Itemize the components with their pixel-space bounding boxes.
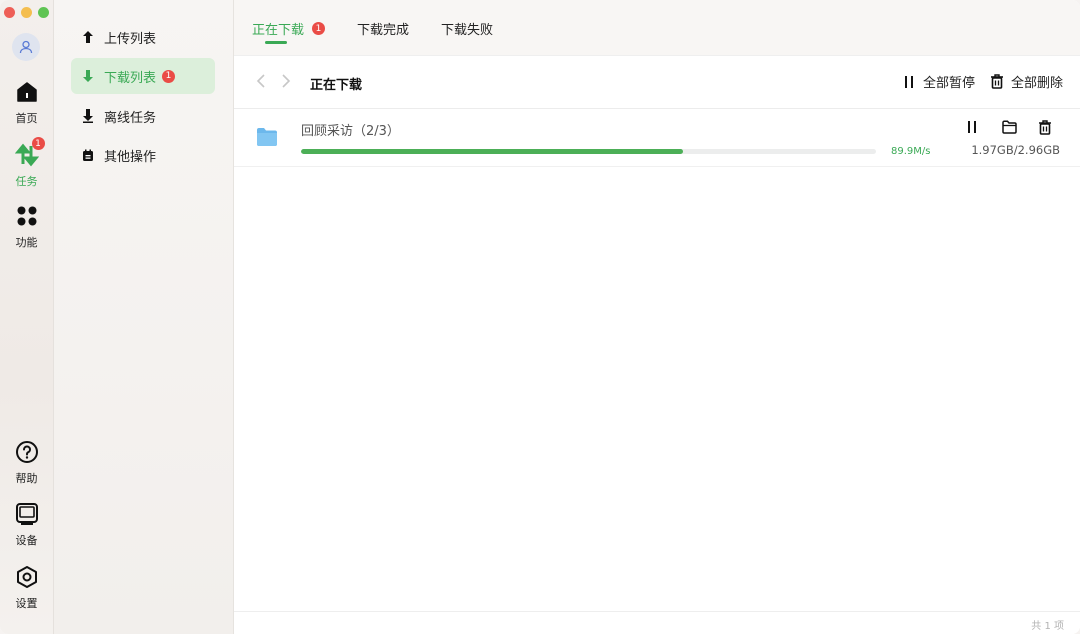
download-size: 1.97GB/2.96GB	[971, 143, 1060, 157]
download-list-badge: 1	[162, 69, 176, 83]
delete-all-label: 全部删除	[1011, 76, 1064, 91]
status-footer: 共 1 项	[234, 611, 1080, 634]
settings-icon	[15, 565, 39, 589]
pause-icon	[905, 75, 913, 88]
pause-all-button[interactable]: 全部暂停	[902, 72, 975, 91]
rail-item-label: 功能	[15, 236, 38, 249]
download-progress-bar	[301, 149, 876, 154]
delete-all-button[interactable]: 全部删除	[990, 72, 1063, 91]
rail-item-features[interactable]: 功能	[0, 204, 53, 250]
trash-icon	[991, 74, 1003, 89]
download-icon	[81, 69, 95, 83]
delete-download-button[interactable]	[1036, 118, 1054, 136]
rail-item-tasks[interactable]: 1 任务	[0, 137, 53, 189]
tab-label: 下载完成	[357, 23, 410, 38]
tab-failed[interactable]: 下载失败	[441, 19, 493, 38]
trash-icon	[1039, 119, 1051, 135]
sidebar-item-upload-list[interactable]: 上传列表	[71, 19, 215, 55]
upload-icon	[81, 30, 95, 44]
device-icon	[15, 502, 39, 526]
zoom-window-button[interactable]	[38, 7, 49, 18]
pause-download-button[interactable]	[963, 118, 981, 136]
rail-item-label: 帮助	[15, 472, 38, 485]
close-window-button[interactable]	[4, 7, 15, 18]
user-icon	[19, 40, 33, 54]
transfer-icon: 1	[14, 137, 45, 167]
rail-item-label: 设备	[15, 534, 38, 547]
tab-completed[interactable]: 下载完成	[357, 19, 409, 38]
tasks-badge: 1	[31, 137, 45, 150]
tab-label: 下载失败	[441, 23, 494, 38]
sidebar-item-download-list[interactable]: 下载列表 1	[71, 58, 215, 94]
rail-item-label: 任务	[15, 175, 38, 188]
offline-download-icon	[81, 109, 95, 123]
nav-rail: 首页 1 任务 功能 帮助 设备 设置	[0, 0, 54, 634]
window-controls	[4, 7, 49, 18]
rail-item-home[interactable]: 首页	[0, 80, 53, 126]
open-folder-button[interactable]	[1000, 118, 1018, 136]
download-speed: 89.9M/s	[891, 146, 931, 157]
item-count: 共 1 项	[1031, 621, 1064, 632]
list-toolbar: 正在下载 全部暂停 全部删除	[234, 56, 1080, 109]
main-panel: 正在下载 1 下载完成 下载失败 正在下载 全部暂停 全部删除 回顾采访（2/3…	[234, 0, 1080, 634]
rail-item-device[interactable]: 设备	[0, 502, 53, 548]
rail-item-label: 设置	[15, 597, 38, 610]
sidebar-item-label: 下载列表	[104, 70, 157, 86]
sidebar-item-other-ops[interactable]: 其他操作	[71, 137, 215, 173]
task-sidebar: 上传列表 下载列表 1 离线任务 其他操作	[54, 0, 234, 634]
download-row[interactable]: 回顾采访（2/3） 89.9M/s 1.97GB/2.96GB	[234, 109, 1080, 167]
active-tab-indicator	[265, 41, 287, 44]
back-arrow-icon[interactable]	[254, 73, 268, 89]
help-icon	[15, 440, 39, 464]
open-folder-icon	[1001, 120, 1017, 134]
download-tabs: 正在下载 1 下载完成 下载失败	[234, 0, 1080, 56]
rail-item-help[interactable]: 帮助	[0, 440, 53, 486]
rail-item-settings[interactable]: 设置	[0, 565, 53, 611]
app-window: 首页 1 任务 功能 帮助 设备 设置 上传列表 下载列表 1 离线任务 其他操…	[0, 0, 1080, 634]
home-icon	[15, 80, 39, 104]
user-avatar[interactable]	[12, 33, 40, 61]
pause-all-label: 全部暂停	[923, 76, 976, 91]
folder-icon	[256, 127, 278, 151]
tab-badge: 1	[312, 22, 326, 35]
apps-icon	[15, 204, 39, 228]
sidebar-item-label: 离线任务	[104, 110, 157, 126]
minimize-window-button[interactable]	[21, 7, 32, 18]
tab-downloading[interactable]: 正在下载 1	[252, 19, 326, 38]
forward-arrow-icon[interactable]	[279, 73, 293, 89]
section-title: 正在下载	[310, 78, 363, 93]
sidebar-item-offline-tasks[interactable]: 离线任务	[71, 98, 215, 134]
download-progress-fill	[301, 149, 684, 154]
download-name: 回顾采访（2/3）	[301, 124, 400, 139]
tab-label: 正在下载	[252, 23, 305, 38]
other-ops-icon	[81, 148, 95, 162]
sidebar-item-label: 上传列表	[104, 31, 157, 47]
sidebar-item-label: 其他操作	[104, 149, 157, 165]
pause-icon	[968, 121, 976, 133]
rail-item-label: 首页	[15, 112, 38, 125]
